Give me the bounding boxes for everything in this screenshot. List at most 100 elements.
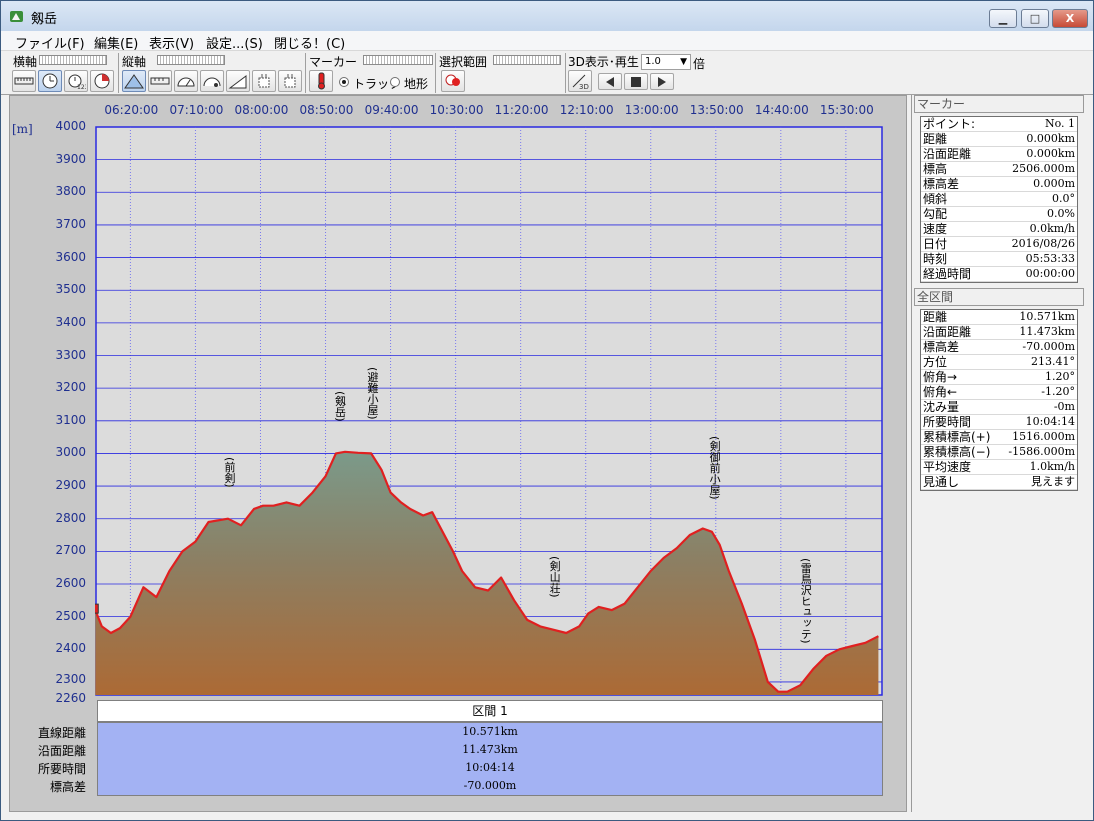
3d-view-button[interactable]: 3D	[568, 70, 592, 92]
timer-axis-button[interactable]: 123	[64, 70, 88, 92]
section-duration: 10:04:14	[465, 761, 515, 774]
thermometer-marker-icon	[318, 72, 325, 90]
total-info-value: -0m	[1053, 400, 1075, 413]
y-tick-label: 3700	[55, 216, 86, 231]
distance-axis-button[interactable]	[12, 70, 36, 92]
section-body: 10.571km 11.473km 10:04:14 -70.000m	[97, 722, 883, 796]
waypoint-label: (避難小屋)	[366, 367, 380, 421]
speed-view-button[interactable]	[174, 70, 198, 92]
stopwatch-icon: 123	[68, 74, 86, 90]
marker-info-key: 沿面距離	[923, 147, 972, 161]
y-tick-label: 2700	[55, 543, 86, 558]
marker-info-row: 沿面距離 0.000km	[921, 147, 1077, 162]
marker-info-key: 標高	[923, 162, 948, 176]
selection-button[interactable]	[441, 70, 465, 92]
pace-view-button[interactable]	[200, 70, 224, 92]
speed-dropdown[interactable]: 1.0 ▼	[641, 54, 691, 70]
marker-info-value: 0.0°	[1052, 192, 1075, 205]
marker-info-value: No. 1	[1044, 117, 1075, 130]
marker-info-row: ポイント: No. 1	[921, 117, 1077, 132]
total-info-value: -70.000m	[1022, 340, 1075, 353]
y-tick-label: 3200	[55, 380, 86, 395]
total-info-key: 俯角←	[923, 385, 958, 399]
y-tick-label: 3000	[55, 445, 86, 460]
pie-clock-icon	[94, 73, 110, 89]
elevation-view-button[interactable]	[122, 70, 146, 92]
marker-info-row: 経過時間 00:00:00	[921, 267, 1077, 282]
total-info-row: 見通し 見えます	[921, 475, 1077, 490]
svg-text:3D: 3D	[579, 83, 589, 90]
play-button[interactable]	[650, 73, 674, 90]
total-info-value: -1586.000m	[1008, 445, 1075, 458]
marker-pin-icon	[95, 603, 99, 614]
selection-label: 選択範囲	[439, 55, 488, 69]
track-radio[interactable]	[339, 77, 349, 87]
gauge-icon	[203, 77, 221, 87]
section-surface-distance-label: 沿面距離	[37, 744, 86, 758]
marker-info-row: 速度 0.0km/h	[921, 222, 1077, 237]
menu-file[interactable]: ファイル(F)	[15, 33, 85, 52]
section-duration-label: 所要時間	[37, 762, 86, 776]
marker-button[interactable]	[309, 70, 333, 92]
mountain-icon	[124, 74, 144, 89]
total-info-value: 213.41°	[1031, 355, 1075, 368]
total-info-value: 1.0km/h	[1029, 460, 1075, 473]
speedometer-icon	[177, 77, 195, 87]
h-axis-slider[interactable]	[39, 55, 107, 65]
selection-slider[interactable]	[493, 55, 561, 65]
total-info-key: 俯角→	[923, 370, 958, 384]
menu-close[interactable]: 閉じる！(C)	[274, 33, 345, 52]
flat-ruler-icon	[150, 77, 170, 85]
total-info-value: 11.473km	[1019, 325, 1075, 338]
heart-rate-button[interactable]	[252, 70, 276, 92]
stop-icon	[631, 77, 641, 87]
total-info-value: 1516.000m	[1012, 430, 1075, 443]
total-info-row: 累積標高(+) 1516.000m	[921, 430, 1077, 445]
marker-info-key: ポイント:	[923, 117, 976, 131]
stop-button[interactable]	[624, 73, 648, 90]
elevation-chart[interactable]	[95, 126, 884, 697]
slope-view-button[interactable]	[226, 70, 250, 92]
total-info-value: 見えます	[1031, 475, 1075, 488]
marker-label: マーカー	[309, 55, 358, 69]
menu-view[interactable]: 表示(V)	[149, 33, 194, 52]
waypoint-label: (前剣)	[222, 456, 236, 488]
menu-edit[interactable]: 編集(E)	[94, 33, 138, 52]
y-tick-label: 2600	[55, 576, 86, 590]
total-info-value: 10:04:14	[1025, 415, 1075, 428]
total-info-row: 平均速度 1.0km/h	[921, 460, 1077, 475]
y-tick-label: 4000	[55, 119, 86, 133]
ruler-icon	[14, 77, 34, 85]
marker-info-key: 勾配	[923, 207, 948, 221]
plug2-icon	[284, 74, 296, 88]
flat-view-button[interactable]	[148, 70, 172, 92]
minimize-button[interactable]: ▁	[989, 9, 1017, 28]
marker-panel-header: マーカー	[914, 95, 1084, 113]
x-tick-label: 13:00:00	[624, 103, 679, 117]
marker-info-row: 距離 0.000km	[921, 132, 1077, 147]
v-axis-slider[interactable]	[157, 55, 225, 65]
section-straight-distance-label: 直線距離	[37, 726, 86, 740]
time-axis-button[interactable]	[38, 70, 62, 92]
marker-slider[interactable]	[363, 55, 433, 65]
maximize-button[interactable]: □	[1021, 9, 1049, 28]
x-tick-label: 08:00:00	[234, 103, 289, 117]
marker-info-value: 0.000km	[1026, 132, 1075, 145]
y-tick-label: 3400	[55, 314, 86, 329]
pie-axis-button[interactable]	[90, 70, 114, 92]
total-info-key: 平均速度	[923, 460, 972, 474]
menu-settings[interactable]: 設定...(S)	[206, 33, 263, 52]
cadence-button[interactable]	[278, 70, 302, 92]
marker-info-key: 距離	[923, 132, 948, 146]
total-info-row: 距離 10.571km	[921, 310, 1077, 325]
terrain-radio[interactable]	[390, 77, 400, 87]
x-tick-label: 11:20:00	[494, 103, 549, 117]
x-tick-label: 13:50:00	[689, 103, 744, 117]
h-axis-label: 横軸	[13, 55, 38, 69]
play-back-button[interactable]	[598, 73, 622, 90]
close-button[interactable]: X	[1052, 9, 1088, 28]
total-info-value: 10.571km	[1019, 310, 1075, 323]
total-info-table: 距離 10.571km 沿面距離 11.473km 標高差 -70.000m 方位 213.4…	[920, 309, 1078, 491]
marker-info-key: 標高差	[923, 177, 960, 191]
total-info-key: 見通し	[923, 475, 960, 489]
